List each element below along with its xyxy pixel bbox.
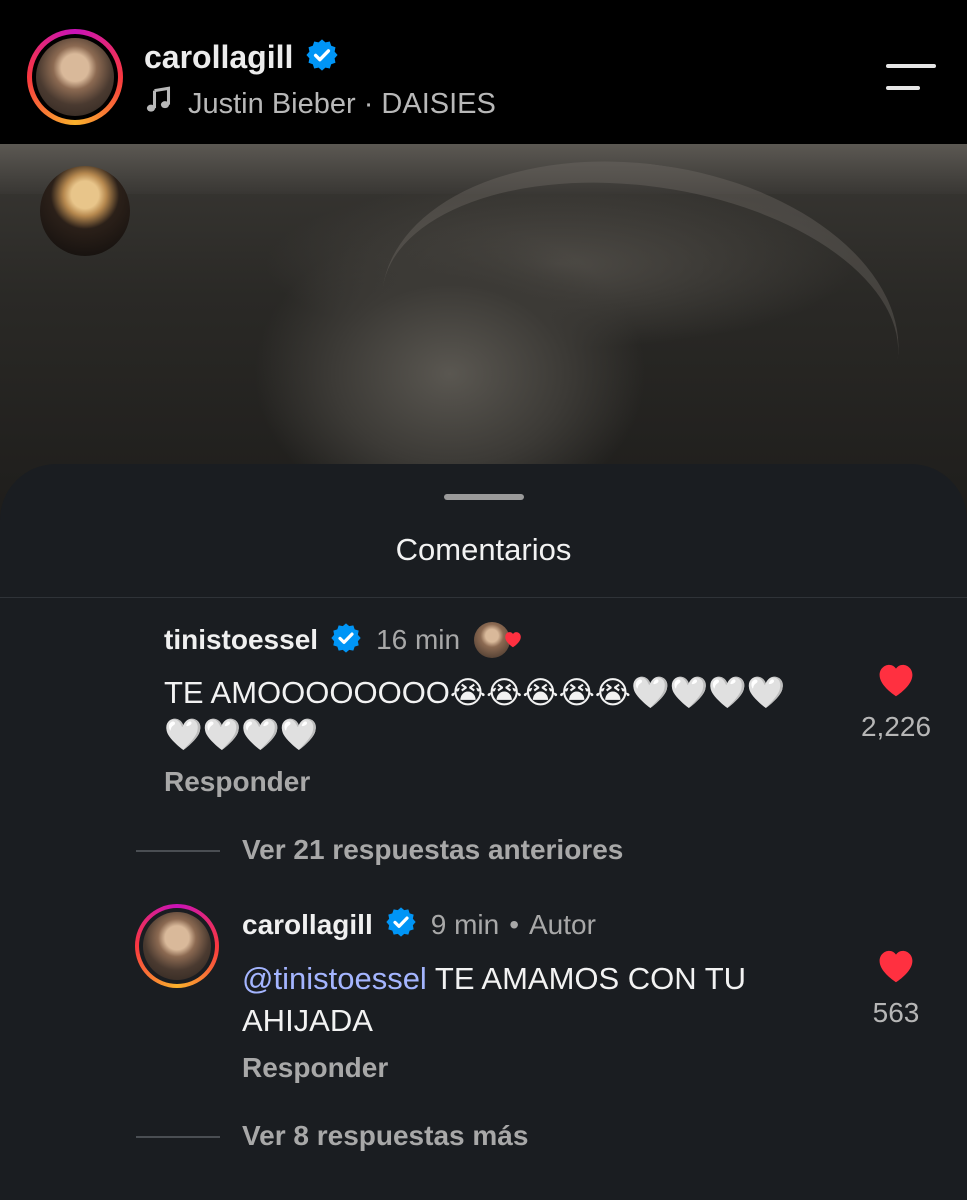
reply-time: 9 min — [430, 908, 500, 940]
mention-link[interactable]: @tinistoessel — [242, 961, 427, 996]
view-more-replies-button[interactable]: Ver 8 respuestas más — [242, 1120, 528, 1152]
music-note-icon — [144, 86, 172, 122]
sheet-title: Comentarios — [395, 532, 572, 567]
comment-text: TE AMOOOOOOOO😭😭😭😭😭🤍🤍🤍🤍🤍🤍🤍🤍 — [164, 675, 786, 752]
music-label: Justin Bieber · DAISIES — [188, 87, 496, 120]
reply-text: @tinistoessel TE AMAMOS CON TU AHIJADA — [242, 958, 842, 1042]
thread-line — [136, 850, 220, 852]
reply-avatar[interactable] — [135, 904, 219, 988]
divider — [0, 597, 967, 598]
author-label: Autor — [529, 908, 596, 940]
heart-icon[interactable] — [846, 660, 946, 703]
verified-badge-icon — [330, 622, 362, 659]
separator-dot: • — [509, 908, 519, 940]
commenter-avatar[interactable] — [40, 166, 130, 256]
post-header: carollagill Justin Bieber · DAISIES — [0, 0, 967, 144]
reply-username[interactable]: carollagill — [242, 909, 373, 941]
reply-header: carollagill 9 min • Autor — [242, 906, 596, 943]
profile-avatar[interactable] — [27, 29, 123, 125]
heart-icon[interactable] — [846, 946, 946, 989]
like-count: 563 — [872, 997, 920, 1028]
verified-badge-icon — [305, 38, 339, 77]
sheet-drag-handle[interactable] — [444, 494, 524, 500]
menu-icon[interactable] — [884, 62, 938, 94]
comment-header: tinistoessel 16 min — [164, 620, 534, 660]
comment-time: 16 min — [376, 624, 461, 655]
comments-sheet: Comentarios — [0, 464, 967, 1200]
reply-button[interactable]: Responder — [242, 1052, 388, 1084]
like-count: 2,226 — [860, 711, 932, 742]
verified-badge-icon — [385, 906, 417, 943]
thread-line — [136, 1136, 220, 1138]
reply-like[interactable]: 563 — [846, 946, 946, 1029]
heart-icon — [502, 628, 524, 655]
comment-like[interactable]: 2,226 — [846, 660, 946, 743]
music-info[interactable]: Justin Bieber · DAISIES — [144, 86, 496, 122]
header-username[interactable]: carollagill — [144, 39, 293, 76]
liked-by-author-badge — [474, 620, 534, 660]
reply-button[interactable]: Responder — [164, 766, 310, 798]
view-replies-button[interactable]: Ver 21 respuestas anteriores — [242, 834, 623, 866]
comment-username[interactable]: tinistoessel — [164, 624, 318, 656]
